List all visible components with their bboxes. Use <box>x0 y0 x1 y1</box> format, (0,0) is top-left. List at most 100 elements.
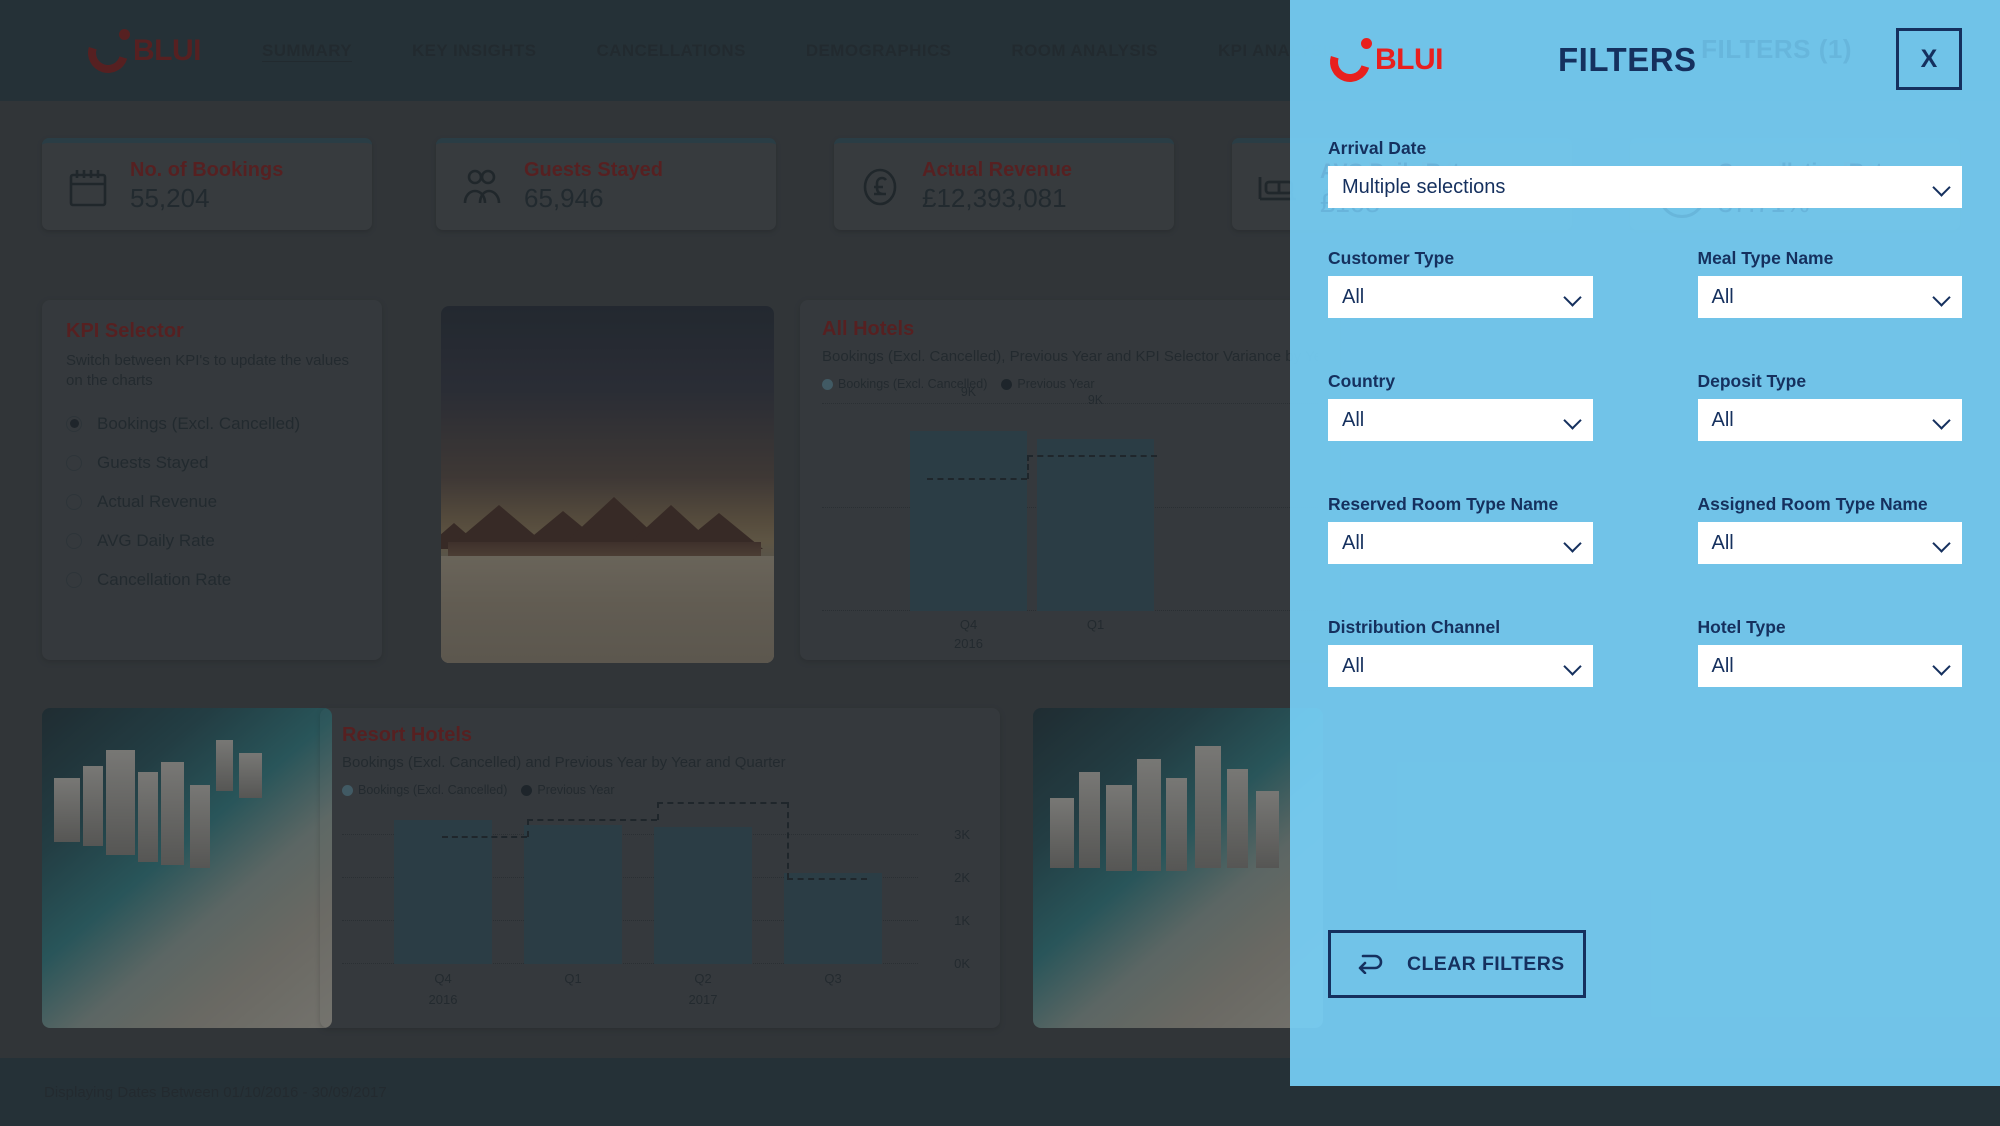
brand-name: BLUI <box>133 33 202 67</box>
y-tick-label: 1K <box>954 913 970 929</box>
resort-hotels-subtitle: Bookings (Excl. Cancelled) and Previous … <box>342 754 786 771</box>
beach-resort-photo <box>441 306 774 663</box>
kpi-selector-title: KPI Selector <box>66 320 184 342</box>
clear-filters-button[interactable]: CLEAR FILTERS <box>1328 930 1586 998</box>
country-select[interactable]: All <box>1328 399 1593 441</box>
kpi-radio-label: Bookings (Excl. Cancelled) <box>97 413 301 433</box>
chevron-down-icon <box>1565 661 1580 676</box>
chevron-down-icon <box>1934 661 1949 676</box>
filters-header: BLUI FILTERS FILTERS (1) X <box>1322 0 1962 120</box>
nav-item-demographics[interactable]: DEMOGRAPHICS <box>806 35 952 67</box>
kpi-card-title: No. of Bookings <box>130 159 284 181</box>
x-tick-year: 2017 <box>688 992 718 1008</box>
resort-hotels-plot: 3K 2K 1K 0K Q4 2016 Q1 Q2 2017 Q3 <box>342 802 970 1007</box>
filter-label: Distribution Channel <box>1328 617 1501 637</box>
blui-swoosh-icon <box>80 25 136 80</box>
x-tick-label: Q1 <box>564 971 582 987</box>
bar-q3-2017[interactable] <box>784 873 882 965</box>
previous-year-line-segment <box>927 478 1027 481</box>
chevron-down-icon <box>1934 292 1949 307</box>
coastline-photo-left <box>42 708 332 1028</box>
customer-type-select[interactable]: All <box>1328 276 1593 318</box>
kpi-card-revenue[interactable]: Actual Revenue £12,393,081 <box>834 138 1174 230</box>
radio-indicator <box>66 415 82 432</box>
filters-title: FILTERS <box>1558 41 1697 78</box>
bar-q1[interactable] <box>1037 439 1154 612</box>
legend-label: Previous Year <box>537 783 615 798</box>
filter-distribution-channel: Distribution Channel All <box>1328 617 1593 687</box>
x-tick-label: Q3 <box>824 971 842 987</box>
meal-type-name-select[interactable]: All <box>1697 276 1962 318</box>
filter-customer-type: Customer Type All <box>1328 248 1593 318</box>
nav-item-summary[interactable]: SUMMARY <box>262 35 352 67</box>
date-range-text: Displaying Dates Between 01/10/2016 - 30… <box>44 1083 387 1101</box>
filter-label: Reserved Room Type Name <box>1328 494 1559 514</box>
kpi-radio-label: Cancellation Rate <box>97 569 232 589</box>
kpi-radio-actual-revenue[interactable]: Actual Revenue <box>66 492 358 512</box>
chevron-down-icon <box>1934 538 1949 553</box>
kpi-radio-group: Bookings (Excl. Cancelled) Guests Stayed… <box>66 414 358 590</box>
blui-swoosh-icon <box>1322 34 1378 90</box>
kpi-card-bookings[interactable]: No. of Bookings 55,204 <box>42 138 372 230</box>
main-nav: SUMMARY KEY INSIGHTS CANCELLATIONS DEMOG… <box>262 35 1400 67</box>
previous-year-line-step <box>657 802 659 821</box>
x-tick-label: Q1 <box>1086 617 1105 633</box>
distribution-channel-select[interactable]: All <box>1328 645 1593 687</box>
filter-label: Assigned Room Type Name <box>1697 494 1928 514</box>
filters-brand-logo: BLUI <box>1322 34 1558 90</box>
arrival-date-select[interactable]: Multiple selections <box>1328 166 1962 208</box>
all-hotels-chart-panel: All Hotels Bookings (Excl. Cancelled), P… <box>800 300 1340 660</box>
kpi-radio-label: AVG Daily Rate <box>97 530 215 550</box>
select-value: All <box>1711 408 1734 431</box>
chevron-down-icon <box>1934 415 1949 430</box>
bar-q2-2017[interactable] <box>654 827 752 965</box>
filter-hotel-type: Hotel Type All <box>1697 617 1962 687</box>
y-tick-label: 0K <box>954 956 970 972</box>
kpi-card-title: Actual Revenue <box>922 159 1073 181</box>
kpi-card-title: Guests Stayed <box>524 159 663 181</box>
close-filters-button[interactable]: X <box>1896 28 1962 90</box>
previous-year-line-segment <box>442 836 527 839</box>
filter-country: Country All <box>1328 371 1593 441</box>
kpi-card-guests[interactable]: Guests Stayed 65,946 <box>436 138 776 230</box>
all-hotels-plot: 9K 9K Q4 2016 Q1 <box>822 385 1318 651</box>
filter-deposit-type: Deposit Type All <box>1697 371 1962 441</box>
hotel-type-select[interactable]: All <box>1697 645 1962 687</box>
select-value: All <box>1342 654 1365 677</box>
bar-label: 9K <box>1087 393 1104 408</box>
all-hotels-subtitle: Bookings (Excl. Cancelled), Previous Yea… <box>822 348 1318 365</box>
filter-label: Customer Type <box>1328 248 1455 268</box>
bar-q1-2017[interactable] <box>524 825 622 965</box>
reserved-room-type-select[interactable]: All <box>1328 522 1593 564</box>
bar-q4-2016[interactable] <box>394 820 492 965</box>
kpi-radio-cancellation-rate[interactable]: Cancellation Rate <box>66 570 358 590</box>
coastline-photo-right <box>1033 708 1323 1028</box>
select-value: All <box>1342 285 1365 308</box>
kpi-radio-bookings[interactable]: Bookings (Excl. Cancelled) <box>66 414 358 434</box>
guests-icon <box>458 163 506 211</box>
filter-label: Hotel Type <box>1697 617 1786 637</box>
nav-item-cancellations[interactable]: CANCELLATIONS <box>596 35 745 67</box>
brand-logo[interactable]: BLUI <box>80 25 236 80</box>
pound-icon <box>856 163 904 211</box>
previous-year-line-segment <box>1027 455 1157 458</box>
legend-label: Bookings (Excl. Cancelled) <box>358 783 508 798</box>
select-value: All <box>1342 408 1365 431</box>
deposit-type-select[interactable]: All <box>1697 399 1962 441</box>
previous-year-line-segment <box>657 802 787 805</box>
resort-hotels-legend: Bookings (Excl. Cancelled) Previous Year <box>342 783 978 797</box>
kpi-radio-avg-daily-rate[interactable]: AVG Daily Rate <box>66 531 358 551</box>
x-tick-label: Q2 <box>694 971 712 987</box>
chevron-down-icon <box>1565 292 1580 307</box>
nav-item-room-analysis[interactable]: ROOM ANALYSIS <box>1011 35 1158 67</box>
x-tick-label: Q4 <box>959 617 978 633</box>
assigned-room-type-select[interactable]: All <box>1697 522 1962 564</box>
all-hotels-title: All Hotels <box>822 318 915 340</box>
chevron-down-icon <box>1565 538 1580 553</box>
chevron-down-icon <box>1565 415 1580 430</box>
nav-item-key-insights[interactable]: KEY INSIGHTS <box>412 35 536 67</box>
kpi-radio-guests-stayed[interactable]: Guests Stayed <box>66 453 358 473</box>
bar-q4-2016[interactable] <box>910 431 1027 612</box>
select-value: All <box>1711 531 1734 554</box>
filter-label: Deposit Type <box>1697 371 1807 391</box>
